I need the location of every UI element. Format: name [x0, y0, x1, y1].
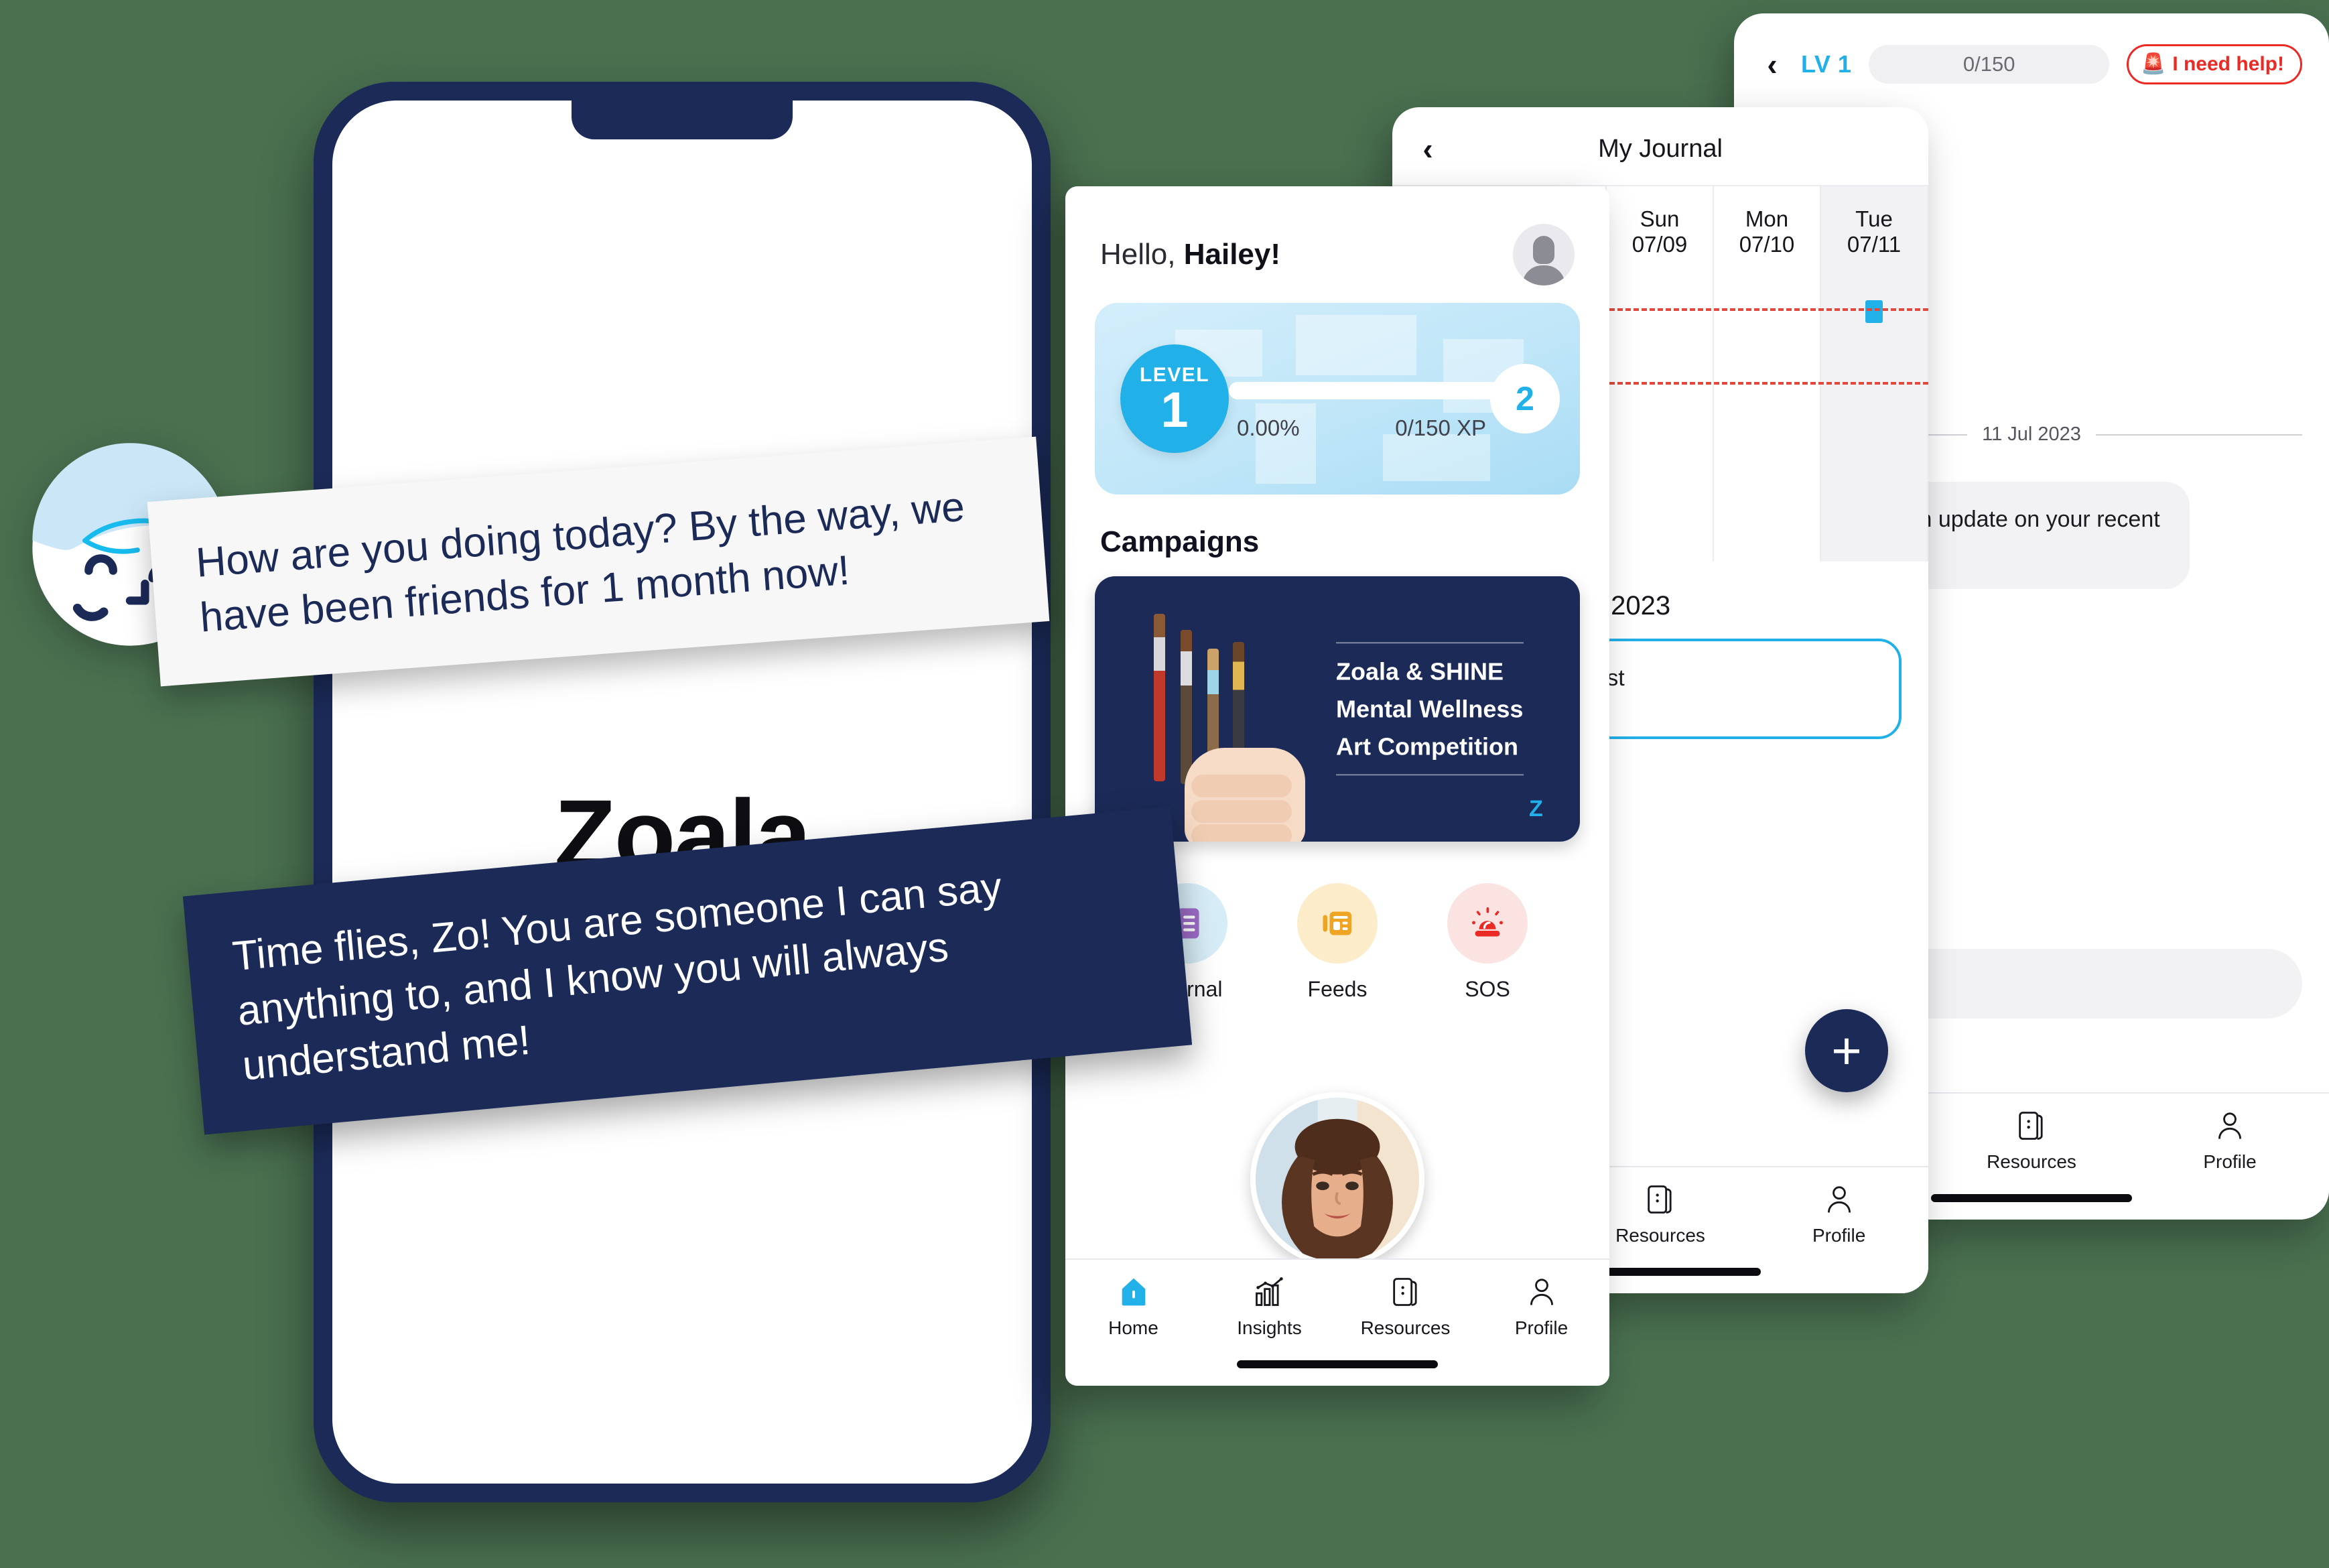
- chat-date-label: 11 Jul 2023: [1982, 423, 2081, 445]
- home-icon: [1122, 1278, 1145, 1306]
- tab-resources[interactable]: Resources: [1345, 1275, 1466, 1339]
- xp-count: 0/150 XP: [1395, 415, 1486, 440]
- chevron-left-icon[interactable]: ‹: [1761, 49, 1784, 80]
- avatar-body: [1522, 265, 1565, 285]
- day-of-week: Mon: [1745, 206, 1789, 231]
- profile-person-icon: [1530, 1279, 1553, 1305]
- section-title-campaigns: Campaigns: [1100, 525, 1260, 558]
- sos-siren-icon: [1472, 907, 1503, 937]
- chat-topbar: ‹ LV 1 0/150 🚨 I need help!: [1734, 13, 2329, 102]
- day-date: 07/09: [1632, 231, 1688, 257]
- pixel-deco: [1296, 315, 1416, 375]
- day-of-week: Sun: [1640, 206, 1680, 231]
- hand-illustration: [1185, 748, 1305, 842]
- xp-percent: 0.00%: [1237, 415, 1300, 440]
- brush: [1154, 614, 1165, 781]
- campaign-promo-text: Zoala & SHINE Mental Wellness Art Compet…: [1336, 633, 1524, 785]
- resources-book-icon: [2019, 1112, 2043, 1140]
- home-greeting-row: Hello, Hailey!: [1065, 186, 1609, 303]
- i-need-help-button[interactable]: 🚨 I need help!: [2126, 44, 2302, 84]
- promo-rule-top: [1336, 642, 1524, 644]
- tab-resources-label: Resources: [1987, 1151, 2076, 1172]
- resources-book-icon: [1392, 1278, 1417, 1306]
- tab-profile[interactable]: Profile: [2170, 1108, 2290, 1173]
- xp-meta-row: 0.00% 0/150 XP: [1237, 415, 1486, 441]
- user-avatar-placeholder-icon[interactable]: [1513, 224, 1575, 285]
- phone-screen-home: Hello, Hailey! LEVEL 1 2 0.00% 0/150 XP …: [1065, 186, 1609, 1386]
- home-bottom-tabbar: Home Insights Resources Profile: [1065, 1258, 1609, 1386]
- day-column[interactable]: Sun 07/09: [1607, 186, 1714, 562]
- siren-icon: 🚨: [2140, 53, 2166, 75]
- tab-profile-label: Profile: [1514, 1317, 1569, 1338]
- quick-action-circle: [1447, 883, 1528, 964]
- zoala-logo-icon: Z: [1529, 796, 1543, 822]
- chat-xp-pill: 0/150: [1869, 45, 2109, 84]
- quick-action-feeds[interactable]: Feeds: [1297, 883, 1378, 1002]
- greeting-prefix: Hello,: [1100, 238, 1184, 271]
- greeting-name: Hailey!: [1183, 238, 1281, 271]
- tab-profile[interactable]: Profile: [1779, 1182, 1900, 1246]
- tab-resources-label: Resources: [1360, 1317, 1451, 1338]
- add-journal-entry-button[interactable]: +: [1805, 1009, 1888, 1092]
- finger: [1191, 775, 1292, 797]
- page-title: Hello, Hailey!: [1100, 238, 1280, 271]
- phone-frame-main: Zoala: [314, 82, 1051, 1502]
- promo-rule-bottom: [1336, 774, 1524, 776]
- phone-main-screen: Zoala: [332, 101, 1032, 1484]
- phone-notch: [572, 101, 793, 139]
- day-column-today[interactable]: Tue 07/11: [1821, 186, 1928, 562]
- day-of-week: Tue: [1855, 206, 1893, 231]
- next-level-badge: 2: [1490, 364, 1560, 434]
- promo-line-1: Zoala & SHINE: [1336, 657, 1504, 685]
- journal-entry-marker: [1865, 300, 1883, 323]
- tab-insights[interactable]: Insights: [1209, 1275, 1330, 1339]
- composition-stage: Zoala ‹ LV 1 0/150 🚨 I need help! 11 Jul…: [0, 0, 2329, 1568]
- feeds-icon: [1323, 911, 1351, 935]
- plus-icon: +: [1831, 1021, 1862, 1080]
- level-number: 1: [1160, 381, 1189, 438]
- day-date: 07/11: [1847, 231, 1902, 257]
- level-badge: LEVEL 1: [1120, 344, 1229, 453]
- separator-line-right: [2095, 434, 2302, 436]
- tab-profile[interactable]: Profile: [1481, 1275, 1602, 1339]
- day-date: 07/10: [1739, 231, 1795, 257]
- tab-resources[interactable]: Resources: [1971, 1108, 2092, 1173]
- campaign-promo-card[interactable]: Zoala & SHINE Mental Wellness Art Compet…: [1095, 576, 1580, 842]
- quick-action-sos[interactable]: SOS: [1447, 883, 1528, 1002]
- tab-resources-label: Resources: [1615, 1225, 1705, 1246]
- day-column[interactable]: Mon 07/10: [1714, 186, 1821, 562]
- finger: [1191, 824, 1292, 842]
- insights-chart-icon: [1255, 1277, 1283, 1306]
- chat-level-label: LV 1: [1801, 50, 1852, 78]
- tab-profile-label: Profile: [1812, 1225, 1866, 1246]
- portrait-illustration: [1256, 1098, 1419, 1261]
- level-progress-card[interactable]: LEVEL 1 2 0.00% 0/150 XP: [1095, 303, 1580, 495]
- tab-resources[interactable]: Resources: [1600, 1182, 1721, 1246]
- i-need-help-label: I need help!: [2172, 53, 2284, 75]
- journal-topbar: ‹ My Journal: [1392, 107, 1928, 185]
- avatar-glyph: [1513, 224, 1575, 285]
- quick-action-circle: [1297, 883, 1378, 964]
- home-indicator: [1931, 1194, 2132, 1202]
- journal-title: My Journal: [1598, 134, 1723, 163]
- home-indicator: [1237, 1360, 1438, 1368]
- quick-action-label: SOS: [1465, 977, 1510, 1001]
- tab-insights-label: Insights: [1237, 1317, 1302, 1338]
- quick-action-label: Feeds: [1307, 977, 1368, 1001]
- user-photo-hailey[interactable]: [1250, 1092, 1424, 1266]
- xp-progress-bar: [1229, 382, 1528, 399]
- avatar-head: [1533, 236, 1554, 264]
- tab-profile-label: Profile: [2203, 1151, 2257, 1172]
- pixel-deco: [1383, 434, 1490, 481]
- tab-home[interactable]: Home: [1073, 1275, 1194, 1339]
- finger: [1191, 800, 1292, 823]
- brush: [1181, 630, 1192, 784]
- chat-xp-value: 0/150: [1962, 52, 2015, 76]
- resources-book-icon: [1648, 1185, 1672, 1214]
- promo-line-3: Art Competition: [1336, 732, 1518, 760]
- promo-line-2: Mental Wellness: [1336, 695, 1524, 723]
- profile-person-icon: [1827, 1186, 1851, 1213]
- profile-person-icon: [2218, 1112, 2242, 1139]
- tab-home-label: Home: [1108, 1317, 1158, 1338]
